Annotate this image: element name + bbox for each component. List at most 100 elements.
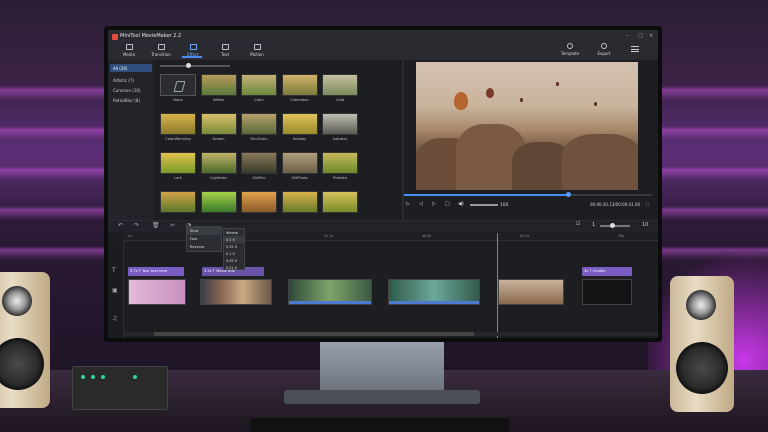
slider-handle[interactable] (186, 63, 191, 68)
video-clip[interactable] (498, 279, 564, 305)
effect-thumbnail (281, 113, 318, 135)
timecode: 00:00:30.13/00:00:41.06 (590, 202, 640, 207)
effect-thumbnail (200, 191, 237, 213)
ruler-tick-label: 31.2s (324, 234, 334, 238)
panel-divider[interactable] (402, 60, 404, 220)
category-retro-blur[interactable]: Retro/Blur (8) (110, 96, 152, 104)
zoom-handle[interactable] (610, 223, 615, 228)
category-common[interactable]: Common (10) (110, 86, 152, 94)
effect-thumbnail (160, 191, 196, 213)
redo-icon[interactable]: ↷ (134, 222, 139, 229)
effect-pixelate[interactable]: Pixelate (320, 152, 360, 181)
volume-slider[interactable] (470, 204, 498, 206)
effect-label: ColorWarming (165, 137, 191, 141)
play-icon[interactable]: ▷ (406, 201, 410, 207)
effect-label: Industry (332, 137, 348, 141)
effect-cold[interactable]: Cold (320, 74, 360, 103)
effect-thumbnail (200, 152, 237, 174)
effect-oldphoto[interactable]: OldPhoto (280, 152, 320, 181)
speed-option[interactable]: 0.01 X (224, 264, 244, 271)
menu-item-slow[interactable]: Slow (187, 227, 221, 235)
tab-media[interactable]: Media (116, 44, 142, 57)
effect-label: Lighttree (210, 176, 227, 180)
effect-item[interactable] (320, 191, 360, 220)
effect-lighttree[interactable]: Lighttree (199, 152, 239, 181)
tab-transition[interactable]: Transition (148, 44, 174, 57)
effect-lark[interactable]: Lark (158, 152, 198, 181)
split-icon[interactable]: ✂ (170, 222, 175, 229)
hot-air-balloon (594, 102, 597, 106)
undo-icon[interactable]: ↶ (118, 222, 123, 229)
effect-filmgrain[interactable]: FilmGrain (239, 113, 279, 142)
menu-item-fast[interactable]: Fast (187, 235, 221, 243)
effect-thumbnail (160, 113, 196, 135)
effect-holiday[interactable]: Holiday (280, 113, 320, 142)
speed-option[interactable]: 0.1 X (224, 250, 244, 257)
effect-dream[interactable]: Dream (199, 113, 239, 142)
text-clip[interactable]: 3s T Credits (582, 267, 632, 276)
speed-option[interactable]: 0.5 X (224, 236, 244, 243)
zoom-max: 10 (642, 222, 649, 228)
fit-timeline-icon[interactable]: ⊡ (576, 221, 580, 227)
video-preview (416, 62, 638, 190)
app-title: MiniTool MovieMaker 2.2 (120, 33, 182, 39)
fullscreen-icon[interactable]: ⛶ (646, 202, 649, 207)
prev-frame-icon[interactable]: ◁ (419, 201, 423, 207)
ruler-tick-label: 78s (618, 234, 625, 238)
volume-icon[interactable]: ◀) (458, 201, 464, 207)
category-artistic[interactable]: Artistic (7) (110, 76, 152, 84)
playhead[interactable] (497, 233, 498, 338)
effect-label: Holiday (292, 137, 307, 141)
delete-icon[interactable]: 🗑 (152, 222, 160, 229)
speed-option[interactable]: Normal (224, 229, 244, 236)
effect-sefton[interactable]: Sefton (199, 74, 239, 103)
minimize-icon[interactable]: – (626, 33, 629, 39)
woofer (0, 338, 44, 390)
effect-thumbnail (160, 152, 196, 174)
text-clip[interactable]: 5.7s T Your text here (128, 267, 184, 276)
scroll-thumb[interactable] (154, 332, 474, 336)
menu-item-reverse[interactable]: Reverse (187, 243, 221, 251)
stop-icon[interactable]: □ (445, 201, 450, 207)
video-clip[interactable] (288, 279, 372, 305)
effect-label: None (173, 98, 183, 102)
thumbnail-size-slider[interactable] (160, 63, 230, 68)
effect-calm[interactable]: Calm (239, 74, 279, 103)
audio-mixer (72, 366, 168, 410)
effect-industry[interactable]: Industry (320, 113, 360, 142)
effect-none[interactable]: None (158, 74, 198, 103)
effect-label: Sefton (212, 98, 225, 102)
effect-item[interactable] (158, 191, 198, 220)
video-track-icon: ▣ (112, 287, 118, 294)
preview-seek-bar[interactable] (404, 192, 652, 197)
clip-audio-bar (389, 301, 479, 304)
export-button[interactable]: Export (592, 43, 616, 56)
video-clip[interactable] (200, 279, 272, 305)
effect-colorwarming[interactable]: ColorWarming (158, 113, 198, 142)
video-clip[interactable] (128, 279, 186, 305)
effect-item[interactable] (199, 191, 239, 220)
motion-icon (253, 44, 261, 50)
timeline-zoom-slider[interactable] (600, 223, 630, 228)
tweeter (2, 286, 32, 316)
effect-item[interactable] (239, 191, 279, 220)
tab-text[interactable]: Text (212, 44, 238, 57)
timeline-scrollbar[interactable] (124, 332, 658, 336)
effect-item[interactable] (280, 191, 320, 220)
category-all[interactable]: All (26) (110, 64, 152, 72)
clip-audio-bar (289, 301, 371, 304)
seek-handle[interactable] (566, 192, 571, 197)
next-frame-icon[interactable]: ▷ (432, 201, 436, 207)
effect-clarendon[interactable]: Clarendon (280, 74, 320, 103)
template-button[interactable]: Template (558, 43, 582, 56)
close-icon[interactable]: × (649, 33, 653, 39)
effect-oldfilm[interactable]: OldFilm (239, 152, 279, 181)
menu-icon[interactable] (631, 46, 639, 52)
maximize-icon[interactable]: □ (638, 33, 643, 39)
speed-option[interactable]: 0.25 X (224, 243, 244, 250)
tab-motion[interactable]: Motion (244, 44, 270, 57)
video-clip[interactable] (388, 279, 480, 305)
video-clip[interactable] (582, 279, 632, 305)
speed-option[interactable]: 0.05 X (224, 257, 244, 264)
text-icon (221, 44, 229, 50)
